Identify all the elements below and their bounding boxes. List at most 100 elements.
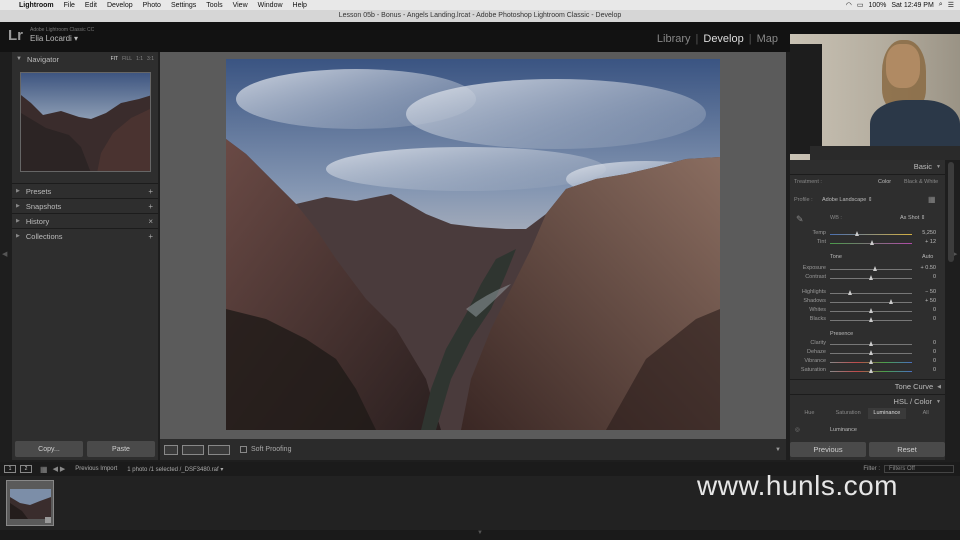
copy-button[interactable]: Copy... <box>15 441 83 457</box>
left-panel-toggle-icon[interactable]: ◀ <box>2 250 7 258</box>
slider-dehaze[interactable]: Dehaze 0 <box>807 349 940 357</box>
slider-temp[interactable]: Temp 5,250 <box>813 230 940 238</box>
clear-history-icon[interactable]: × <box>148 217 153 226</box>
slider-value[interactable]: + 50 <box>912 298 936 304</box>
reset-button[interactable]: Reset <box>869 442 945 457</box>
notification-icon[interactable]: ☰ <box>948 1 954 9</box>
slider-value[interactable]: − 50 <box>912 289 936 295</box>
hsl-tab-luminance[interactable]: Luminance <box>867 408 907 419</box>
tone-curve-header[interactable]: Tone Curve ◀ <box>790 380 945 393</box>
treatment-color[interactable]: Color <box>878 179 891 185</box>
menu-tools[interactable]: Tools <box>201 2 227 9</box>
module-library[interactable]: Library <box>657 33 691 45</box>
navigator-preview[interactable] <box>20 72 151 172</box>
slider-value[interactable]: 0 <box>912 358 936 364</box>
slider-knob[interactable] <box>889 299 893 304</box>
slider-blacks[interactable]: Blacks 0 <box>810 316 940 324</box>
menu-settings[interactable]: Settings <box>166 2 201 9</box>
nav-arrows-icon[interactable]: ◀ ▶ <box>53 465 66 473</box>
slider-knob[interactable] <box>855 231 860 236</box>
toolbar-dropdown-icon[interactable]: ▼ <box>775 447 781 453</box>
spotlight-icon[interactable]: ⌕ <box>939 1 943 9</box>
slider-exposure[interactable]: Exposure + 0.50 <box>803 265 940 273</box>
slider-value[interactable]: 0 <box>912 367 936 373</box>
main-photo[interactable] <box>226 59 720 430</box>
panel-history[interactable]: ▶ History × <box>12 213 158 228</box>
zoom-fill[interactable]: FILL <box>122 56 132 62</box>
slider-tint[interactable]: Tint + 12 <box>817 239 940 247</box>
slider-track[interactable] <box>830 302 912 303</box>
slider-knob[interactable] <box>868 275 873 280</box>
hsl-tab-all[interactable]: All <box>906 408 945 419</box>
menu-window[interactable]: Window <box>253 2 288 9</box>
soft-proofing-checkbox[interactable] <box>240 446 247 453</box>
slider-highlights[interactable]: Highlights − 50 <box>802 289 940 297</box>
image-canvas[interactable] <box>160 52 786 439</box>
module-develop[interactable]: Develop <box>703 33 743 45</box>
slider-value[interactable]: 0 <box>912 340 936 346</box>
menubar-clock[interactable]: Sat 12:49 PM <box>891 2 933 9</box>
wifi-icon[interactable]: ◠ <box>846 1 852 9</box>
slider-track[interactable] <box>830 234 912 235</box>
navigator-header[interactable]: ▼ Navigator FIT FILL 1:1 3:1 <box>12 52 158 66</box>
grid-view-icon[interactable]: ▦ <box>40 465 48 474</box>
slider-knob[interactable] <box>868 317 873 322</box>
slider-saturation[interactable]: Saturation 0 <box>801 367 940 375</box>
previous-button[interactable]: Previous <box>790 442 866 457</box>
slider-knob[interactable] <box>870 240 875 245</box>
wb-eyedropper-icon[interactable]: ✎ <box>796 214 804 225</box>
slider-contrast[interactable]: Contrast 0 <box>805 274 940 282</box>
before-after-icon[interactable] <box>182 444 204 455</box>
loupe-view-icon[interactable] <box>164 444 178 455</box>
add-preset-icon[interactable]: + <box>148 187 153 196</box>
hsl-tab-hue[interactable]: Hue <box>790 408 829 419</box>
battery-icon[interactable]: ▭ <box>857 1 864 9</box>
wb-select[interactable]: As Shot ⇕ <box>900 215 925 221</box>
menu-photo[interactable]: Photo <box>138 2 166 9</box>
slider-value[interactable]: 0 <box>912 307 936 313</box>
slider-knob[interactable] <box>868 308 873 313</box>
slider-knob[interactable] <box>868 350 873 355</box>
slider-track[interactable] <box>830 269 912 270</box>
slider-knob[interactable] <box>848 290 852 295</box>
slider-value[interactable]: 0 <box>912 274 936 280</box>
slider-vibrance[interactable]: Vibrance 0 <box>804 358 940 366</box>
identity-user[interactable]: Elia Locardi ▾ <box>30 34 78 43</box>
right-panel-scrollbar[interactable] <box>948 162 954 262</box>
filmstrip-toggle-icon[interactable]: ▼ <box>477 530 483 536</box>
menu-edit[interactable]: Edit <box>80 2 102 9</box>
zoom-1-1[interactable]: 1:1 <box>136 56 143 62</box>
hsl-tab-saturation[interactable]: Saturation <box>829 408 868 419</box>
main-window-button[interactable]: 1 <box>4 465 16 473</box>
slider-value[interactable]: 0 <box>912 316 936 322</box>
menu-help[interactable]: Help <box>288 2 312 9</box>
slider-whites[interactable]: Whites 0 <box>809 307 940 315</box>
module-map[interactable]: Map <box>757 33 778 45</box>
slider-clarity[interactable]: Clarity 0 <box>810 340 940 348</box>
paste-button[interactable]: Paste <box>87 441 155 457</box>
menu-develop[interactable]: Develop <box>102 2 138 9</box>
slider-knob[interactable] <box>873 266 878 271</box>
filmstrip-selection-info[interactable]: 1 photo /1 selected /_DSF3480.raf ▾ <box>127 466 223 473</box>
filmstrip-thumbnail[interactable] <box>6 480 54 526</box>
basic-panel-header[interactable]: Basic ▼ <box>790 160 945 173</box>
slider-value[interactable]: + 0.50 <box>912 265 936 271</box>
filmstrip-toggle[interactable]: ▼ <box>0 530 960 540</box>
menu-view[interactable]: View <box>228 2 253 9</box>
slider-knob[interactable] <box>868 359 873 364</box>
profile-browser-icon[interactable]: ▦ <box>928 195 936 204</box>
tone-auto-button[interactable]: Auto <box>922 254 933 260</box>
zoom-fit[interactable]: FIT <box>111 56 119 62</box>
target-adjust-icon[interactable]: ◎ <box>795 427 800 433</box>
treatment-bw[interactable]: Black & White <box>904 179 938 185</box>
menu-app[interactable]: Lightroom <box>14 2 59 9</box>
slider-shadows[interactable]: Shadows + 50 <box>803 298 940 306</box>
add-collection-icon[interactable]: + <box>148 232 153 241</box>
panel-collections[interactable]: ▶ Collections + <box>12 228 158 243</box>
zoom-3-1[interactable]: 3:1 <box>147 56 154 62</box>
collapse-triangle-icon[interactable]: ▼ <box>16 56 22 62</box>
panel-snapshots[interactable]: ▶ Snapshots + <box>12 198 158 213</box>
slider-knob[interactable] <box>868 341 873 346</box>
second-window-button[interactable]: 2 <box>20 465 32 473</box>
before-after-swap-icon[interactable] <box>208 444 230 455</box>
